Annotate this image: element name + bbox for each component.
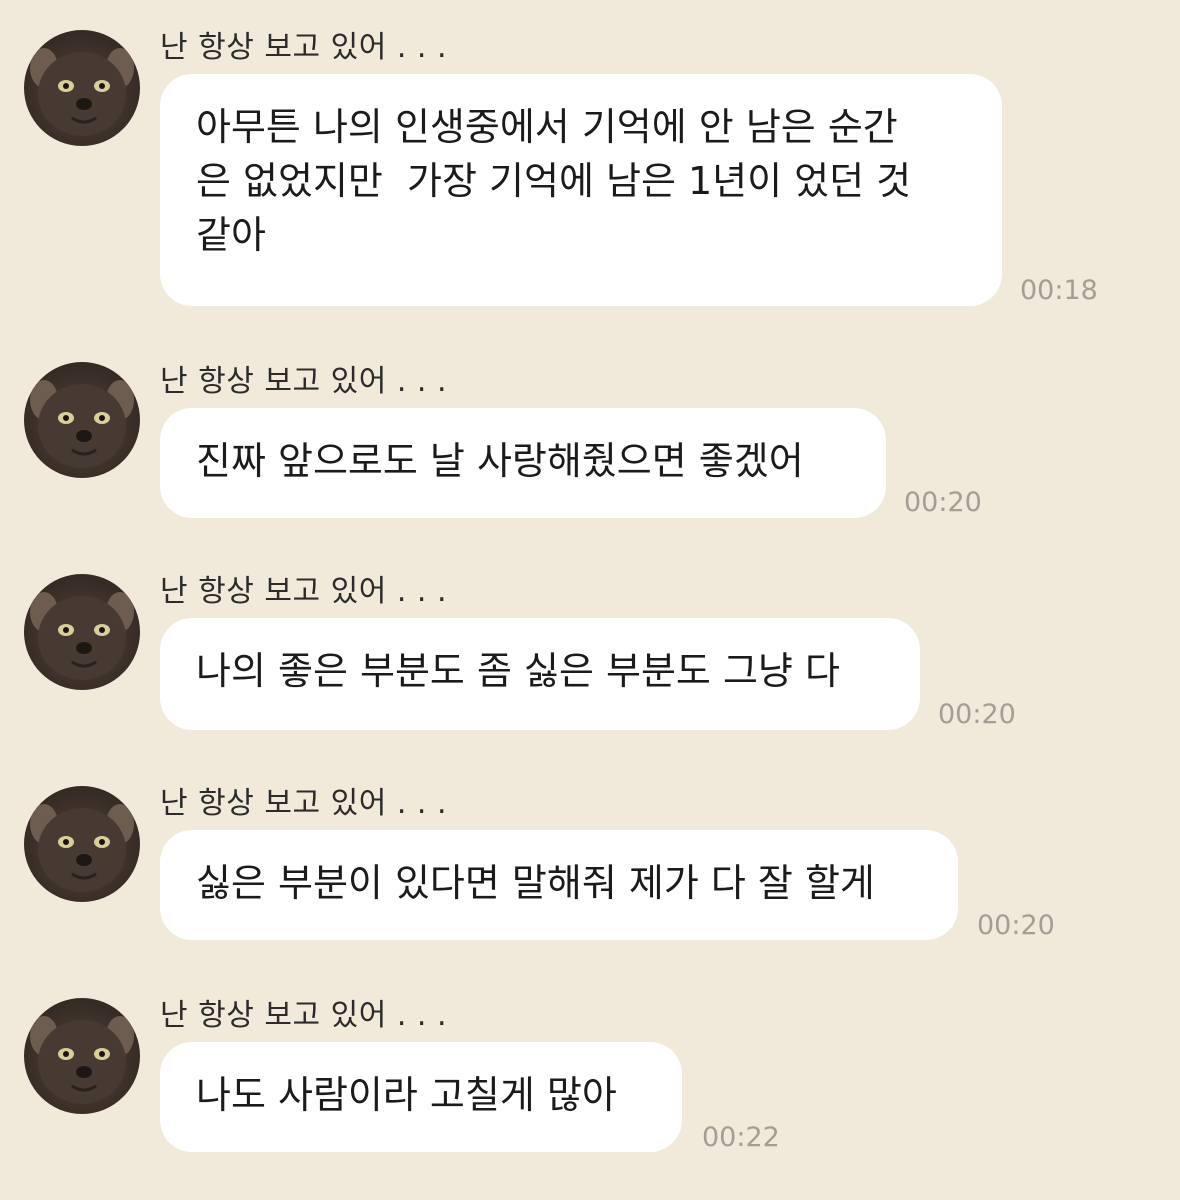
cat-avatar[interactable] (24, 30, 140, 146)
message-bubble[interactable]: 나의 좋은 부분도 좀 싫은 부분도 그냥 다 (160, 618, 920, 730)
message-bubble[interactable]: 나도 사람이라 고칠게 많아 (160, 1042, 682, 1152)
sender-name: 난 항상 보고 있어 . . . (160, 786, 448, 821)
sender-name: 난 항상 보고 있어 . . . (160, 998, 448, 1033)
cat-avatar[interactable] (24, 786, 140, 902)
message-timestamp: 00:20 (977, 910, 1055, 941)
sender-name: 난 항상 보고 있어 . . . (160, 574, 448, 609)
message-bubble[interactable]: 아무튼 나의 인생중에서 기억에 안 남은 순간 은 없었지만 가장 기억에 남… (160, 74, 1002, 306)
message-timestamp: 00:18 (1020, 275, 1098, 306)
message-timestamp: 00:20 (938, 699, 1016, 730)
sender-name: 난 항상 보고 있어 . . . (160, 364, 448, 399)
message-bubble[interactable]: 싫은 부분이 있다면 말해줘 제가 다 잘 할게 (160, 830, 958, 940)
cat-avatar[interactable] (24, 574, 140, 690)
cat-face-icon (30, 804, 134, 892)
sender-name: 난 항상 보고 있어 . . . (160, 30, 448, 65)
message-bubble[interactable]: 진짜 앞으로도 날 사랑해줬으면 좋겠어 (160, 408, 886, 518)
cat-avatar[interactable] (24, 362, 140, 478)
cat-face-icon (30, 592, 134, 680)
message-timestamp: 00:22 (702, 1122, 780, 1153)
message-timestamp: 00:20 (904, 487, 982, 518)
cat-face-icon (30, 1016, 134, 1104)
cat-face-icon (30, 48, 134, 136)
cat-avatar[interactable] (24, 998, 140, 1114)
cat-face-icon (30, 380, 134, 468)
